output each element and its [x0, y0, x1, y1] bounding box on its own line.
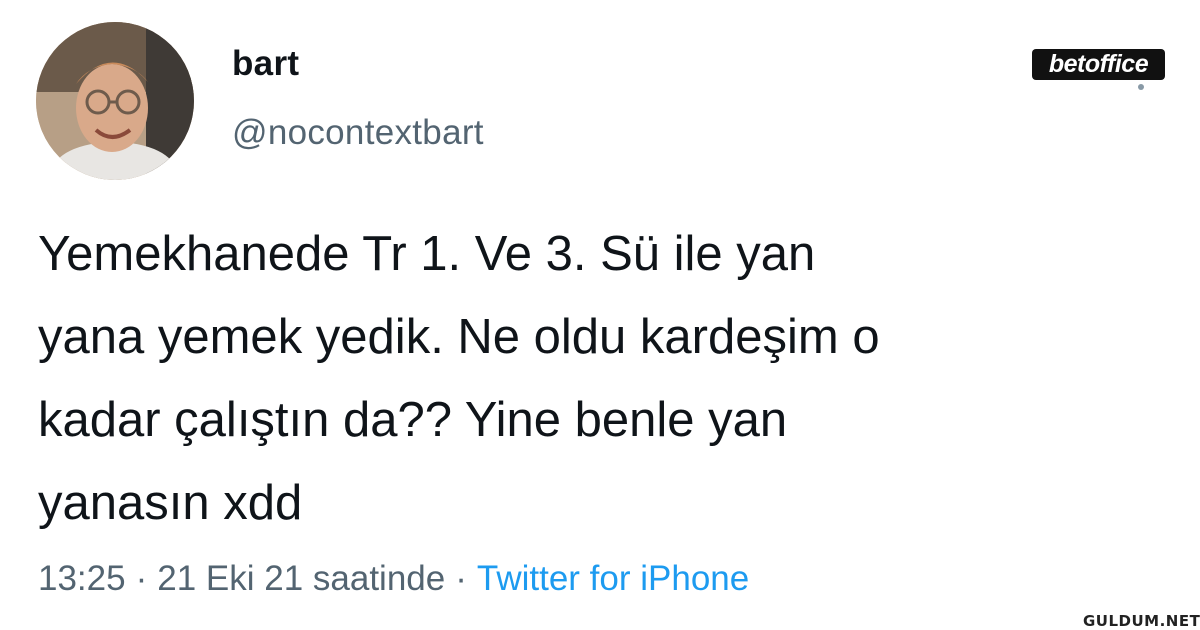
meta-separator: · [455, 559, 467, 598]
tweet-meta: 13:25 · 21 Eki 21 saatinde · Twitter for iPh… [38, 559, 749, 599]
tweet-text-line: Yemekhanede Tr 1. Ve 3. Sü ile yan [38, 227, 816, 281]
more-options-icon[interactable] [1138, 84, 1144, 90]
user-handle[interactable]: @nocontextbart [232, 113, 484, 153]
tweet-text-line: yana yemek yedik. Ne oldu kardeşim o [38, 310, 880, 364]
betoffice-logo: betoffice [1032, 49, 1165, 80]
tweet-text-line: yanasın xdd [38, 476, 303, 530]
avatar[interactable] [36, 22, 194, 180]
tweet-text: Yemekhanede Tr 1. Ve 3. Sü ile yan yana … [38, 213, 1168, 545]
tweet-time[interactable]: 13:25 [38, 559, 126, 598]
tweet-text-line: kadar çalıştın da?? Yine benle yan [38, 393, 788, 447]
tweet-source-link[interactable]: Twitter for iPhone [477, 559, 749, 598]
display-name[interactable]: bart [232, 44, 299, 84]
site-watermark: GULDUM.NET [1083, 612, 1200, 630]
tweet-date[interactable]: 21 Eki 21 saatinde [157, 559, 445, 598]
tweet-card: bart @nocontextbart betoffice Yemekhaned… [0, 0, 1200, 630]
brand-logo-text: betoffice [1048, 50, 1149, 78]
person-photo-icon [36, 22, 194, 180]
meta-separator: · [135, 559, 148, 598]
